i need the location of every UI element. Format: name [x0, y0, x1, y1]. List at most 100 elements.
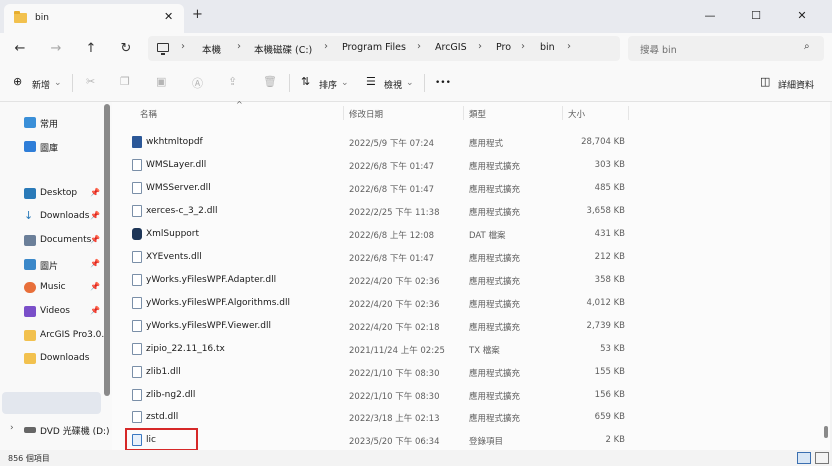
sidebar-item-label: 圖片 — [40, 262, 59, 272]
gallery-icon — [24, 141, 36, 152]
cut-icon[interactable]: ✂ — [86, 75, 95, 88]
breadcrumb-pro[interactable]: Pro — [496, 42, 511, 53]
table-row[interactable]: XmlSupport 2022/6/8 上午 12:08 DAT 檔案 431 KB — [112, 223, 632, 246]
sidebar-item-label: 圖庫 — [40, 144, 59, 154]
table-row[interactable]: zipio_22.11_16.tx 2021/11/24 上午 02:25 TX 檔… — [112, 338, 632, 361]
file-type: 應用程式 — [469, 139, 504, 149]
pin-icon: 📌 — [90, 211, 100, 220]
column-divider[interactable] — [463, 106, 464, 120]
column-header-date[interactable]: 修改日期 — [349, 108, 383, 120]
table-row[interactable]: WMSLayer.dll 2022/6/8 下午 01:47 應用程式擴充 303 K… — [112, 154, 632, 177]
breadcrumb-this-pc[interactable]: 本機 — [202, 42, 221, 56]
pin-icon: 📌 — [90, 235, 100, 244]
file-name: yWorks.yFilesWPF.Viewer.dll — [146, 321, 272, 331]
file-size: 4,012 KB — [586, 298, 625, 308]
file-name: zlib1.dll — [146, 367, 181, 377]
table-row[interactable]: yWorks.yFilesWPF.Adapter.dll 2022/4/20 下午… — [112, 269, 632, 292]
tab-bin[interactable]: bin ✕ — [4, 4, 184, 33]
chevron-right-icon[interactable]: › — [567, 41, 571, 52]
file-type: 登錄項目 — [469, 437, 504, 447]
table-row[interactable]: xerces-c_3_2.dll 2022/2/25 下午 11:38 應用程式擴充… — [112, 200, 632, 223]
delete-icon[interactable]: 🗑 — [263, 75, 277, 88]
search-box[interactable]: 搜尋 bin ⌕ — [628, 36, 824, 61]
chevron-right-icon: › — [181, 41, 185, 52]
column-header-type[interactable]: 類型 — [469, 108, 486, 120]
documents-icon — [24, 235, 36, 246]
file-name: xerces-c_3_2.dll — [146, 206, 218, 216]
back-button[interactable]: ← — [8, 39, 32, 59]
address-bar[interactable]: › 本機 › 本機磁碟 (C:) › Program Files › ArcGI… — [148, 36, 620, 61]
chevron-down-icon: ⌄ — [406, 78, 414, 88]
up-button[interactable]: ↑ — [79, 39, 103, 59]
chevron-right-icon: › — [324, 41, 328, 52]
new-button[interactable]: 新增 — [32, 78, 50, 91]
chevron-right-icon: › — [478, 41, 482, 52]
tab-bar: bin ✕ + — ☐ ✕ — [0, 0, 832, 33]
file-size: 659 KB — [594, 412, 625, 422]
file-type: 應用程式擴充 — [469, 254, 521, 264]
file-size: 155 KB — [594, 367, 625, 377]
sidebar-selection — [2, 392, 101, 414]
copy-icon[interactable]: ❐ — [120, 75, 130, 88]
divider — [424, 74, 425, 92]
sidebar-scrollbar[interactable] — [104, 104, 110, 396]
table-row[interactable]: WMSServer.dll 2022/6/8 下午 01:47 應用程式擴充 485 … — [112, 177, 632, 200]
breadcrumb-local-disk[interactable]: 本機磁碟 (C:) — [254, 42, 312, 56]
file-date: 2022/1/10 下午 08:30 — [349, 392, 440, 402]
paste-icon[interactable]: ▣ — [156, 75, 166, 88]
file-name: yWorks.yFilesWPF.Adapter.dll — [146, 275, 277, 285]
new-tab-button[interactable]: + — [192, 7, 203, 22]
file-type: 應用程式擴充 — [469, 369, 521, 379]
table-row[interactable]: zlib-ng2.dll 2022/1/10 下午 08:30 應用程式擴充 156 … — [112, 384, 632, 407]
monitor-icon — [157, 43, 169, 55]
table-row[interactable]: zstd.dll 2022/3/18 上午 02:13 應用程式擴充 659 KB — [112, 406, 632, 429]
column-divider[interactable] — [562, 106, 563, 120]
table-row[interactable]: yWorks.yFilesWPF.Viewer.dll 2022/4/20 下午 … — [112, 315, 632, 338]
search-icon: ⌕ — [804, 41, 810, 52]
refresh-button[interactable]: ↻ — [114, 39, 138, 59]
view-icon: ☰ — [366, 75, 376, 88]
minimize-button[interactable]: — — [687, 2, 733, 30]
column-divider[interactable] — [343, 106, 344, 120]
item-count: 856 個項目 — [8, 454, 50, 463]
file-size: 2,739 KB — [586, 321, 625, 331]
table-row[interactable]: yWorks.yFilesWPF.Algorithms.dll 2022/4/20… — [112, 292, 632, 315]
file-name: zipio_22.11_16.tx — [146, 344, 225, 354]
dll-file-icon — [132, 205, 142, 217]
file-date: 2022/1/10 下午 08:30 — [349, 369, 440, 379]
file-type: 應用程式擴充 — [469, 414, 521, 424]
more-button[interactable]: ••• — [435, 78, 451, 88]
close-window-button[interactable]: ✕ — [779, 2, 825, 30]
table-row[interactable]: XYEvents.dll 2022/6/8 下午 01:47 應用程式擴充 212 K… — [112, 246, 632, 269]
file-size: 2 KB — [605, 435, 625, 445]
sort-button[interactable]: 排序 — [319, 78, 337, 91]
column-header-name[interactable]: 名稱 — [140, 108, 157, 120]
maximize-button[interactable]: ☐ — [733, 2, 779, 30]
chevron-right-icon[interactable]: › — [10, 423, 14, 433]
details-view-icon[interactable] — [797, 452, 811, 464]
breadcrumb-arcgis[interactable]: ArcGIS — [435, 42, 467, 53]
tiles-view-icon[interactable] — [815, 452, 829, 464]
file-date: 2022/6/8 下午 01:47 — [349, 185, 435, 195]
details-button[interactable]: 詳細資料 — [778, 78, 814, 91]
column-divider[interactable] — [628, 106, 629, 120]
sidebar-item-label: Desktop — [40, 188, 78, 198]
data-file-icon — [132, 228, 142, 240]
table-row[interactable]: zlib1.dll 2022/1/10 下午 08:30 應用程式擴充 155 KB — [112, 361, 632, 384]
file-name: XmlSupport — [146, 229, 200, 239]
pictures-icon — [24, 259, 36, 270]
breadcrumb-program-files[interactable]: Program Files — [342, 42, 406, 53]
dvd-icon — [24, 427, 36, 433]
forward-button[interactable]: → — [44, 39, 68, 59]
table-row[interactable]: wkhtmltopdf 2022/5/9 下午 07:24 應用程式 28,704 K… — [112, 131, 632, 154]
view-button[interactable]: 檢視 — [384, 78, 402, 91]
rename-icon[interactable]: Ⓐ — [192, 75, 203, 91]
file-name: WMSLayer.dll — [146, 160, 207, 170]
close-tab-icon[interactable]: ✕ — [164, 10, 173, 23]
file-list-scrollbar[interactable] — [824, 426, 828, 438]
chevron-right-icon: › — [237, 41, 241, 52]
column-header-size[interactable]: 大小 — [568, 108, 585, 120]
file-size: 212 KB — [594, 252, 625, 262]
share-icon[interactable]: ⇪ — [228, 75, 237, 88]
breadcrumb-bin[interactable]: bin — [540, 42, 555, 53]
